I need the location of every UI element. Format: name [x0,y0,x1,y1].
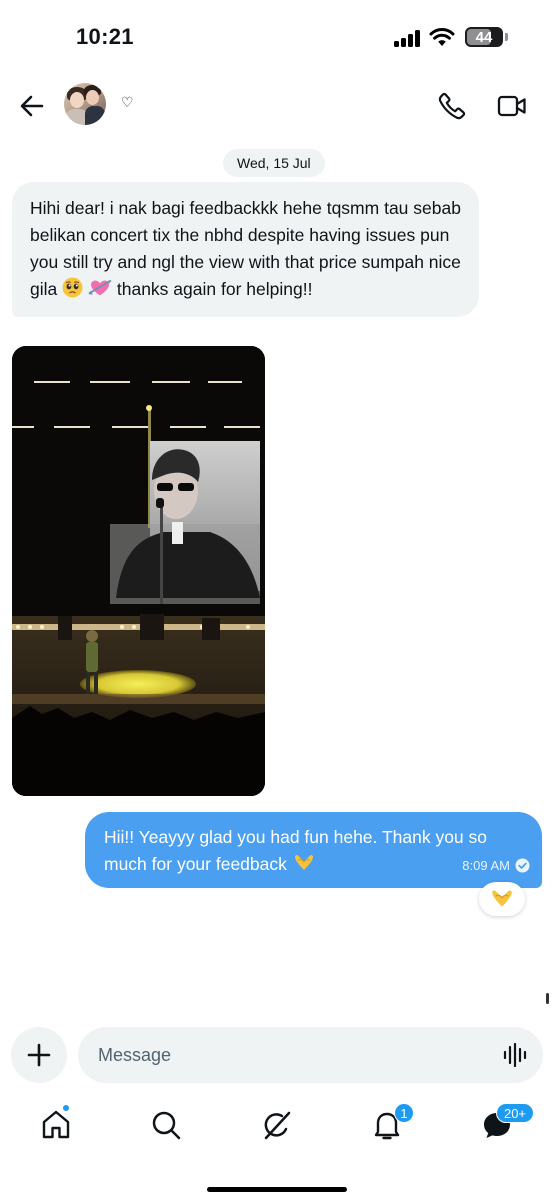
home-icon[interactable] [39,1108,73,1142]
concert-photo-image [12,346,265,796]
back-arrow-icon[interactable] [16,90,48,122]
phone-icon[interactable] [438,92,466,120]
display-name[interactable]: ♡ [121,94,134,111]
home-new-dot [62,1104,70,1112]
status-time: 10:21 [76,24,134,49]
heart-hands-emoji [294,855,313,870]
bottom-tab-bar [0,1100,554,1160]
battery-level: 44 [475,28,493,46]
received-message-bubble[interactable]: Hihi dear! i nak bagi feedbackkk hehe tq… [12,182,479,317]
battery-icon: 44 [465,27,503,47]
conversation-header: ♡ [0,80,554,132]
sent-message-bubble[interactable]: Hii!! Yeayyy glad you had fun hehe. Than… [85,812,542,888]
status-bar: 10:21 44 [0,0,554,72]
scrollbar-thumb[interactable] [546,993,549,1004]
grok-icon[interactable] [260,1108,294,1142]
add-attachment-button[interactable] [11,1027,67,1083]
notifications-badge: 1 [394,1103,414,1123]
read-receipt-icon [515,858,530,873]
sent-message-time: 8:09 AM [462,858,510,873]
message-reaction[interactable] [479,882,525,916]
messages-badge: 20+ [496,1103,534,1123]
heart-with-arrow-emoji [88,279,112,296]
plus-icon [27,1043,51,1067]
sent-message-meta: 8:09 AM [462,852,530,879]
video-camera-icon[interactable] [497,93,527,119]
home-indicator [207,1187,347,1192]
wifi-icon [429,28,455,46]
message-composer [78,1027,543,1083]
pleading-face-emoji [62,277,83,298]
received-message-text-end: thanks again for helping!! [116,279,313,299]
message-input[interactable] [98,1027,488,1083]
battery-tip [505,33,508,41]
cellular-signal-icon [394,29,422,47]
search-icon[interactable] [149,1108,183,1142]
voice-message-icon[interactable] [502,1042,528,1068]
avatar[interactable] [64,83,106,125]
date-divider: Wed, 15 Jul [223,149,325,177]
heart-hands-emoji [492,890,512,907]
concert-photo-attachment[interactable] [12,346,265,796]
